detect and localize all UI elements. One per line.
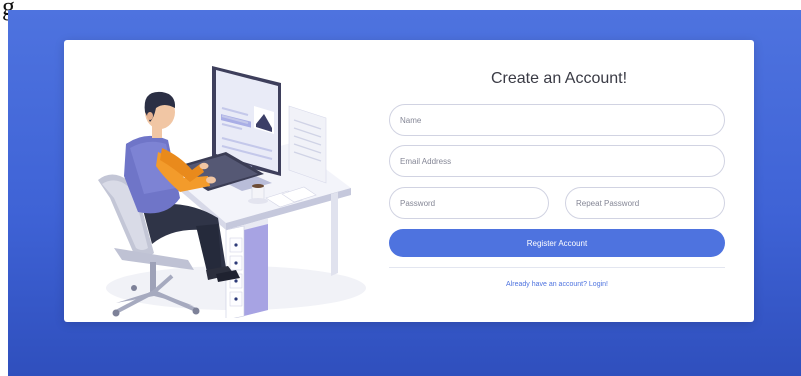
- password-input[interactable]: [389, 187, 549, 219]
- person-at-desk-illustration: [98, 66, 366, 318]
- name-input[interactable]: [389, 104, 725, 136]
- repeat-password-input[interactable]: [565, 187, 725, 219]
- register-card: Create an Account! Register Account Alre…: [64, 40, 754, 322]
- register-account-button[interactable]: Register Account: [389, 229, 725, 257]
- form-divider: [389, 267, 725, 268]
- login-link[interactable]: Already have an account? Login!: [389, 281, 725, 288]
- email-input[interactable]: [389, 145, 725, 177]
- page-title: Create an Account!: [490, 70, 628, 87]
